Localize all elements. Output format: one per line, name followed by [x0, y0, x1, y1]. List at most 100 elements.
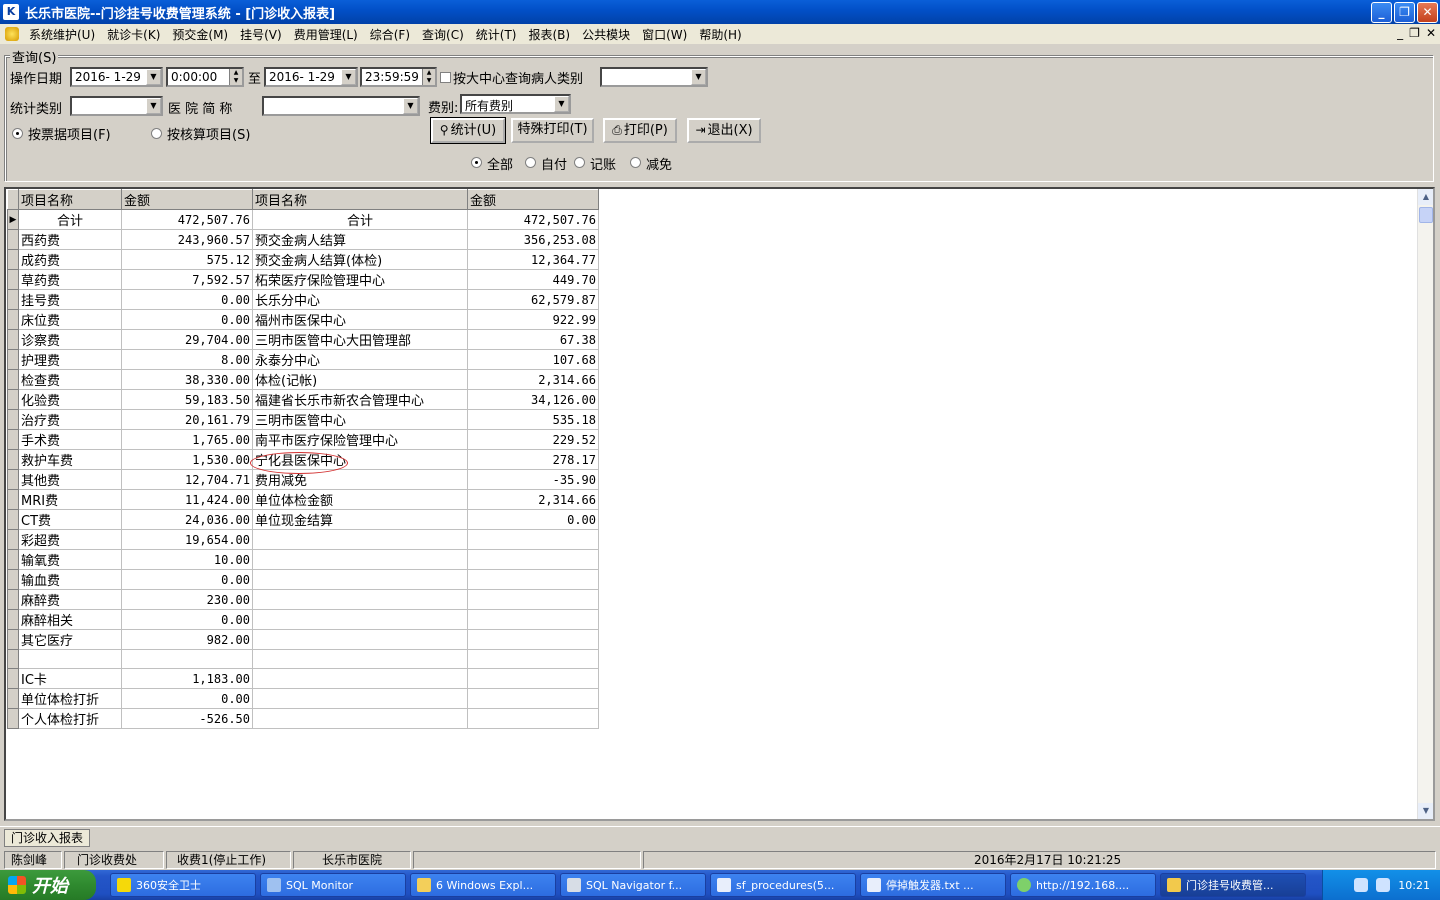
row-indicator[interactable] — [7, 289, 19, 310]
restore-button[interactable]: ❐ — [1394, 2, 1415, 23]
amount-cell[interactable] — [467, 589, 599, 610]
amount-cell[interactable] — [467, 549, 599, 570]
vertical-scrollbar[interactable]: ▲ ▼ — [1417, 189, 1433, 819]
item-name-cell[interactable]: 成药费 — [18, 249, 122, 270]
row-indicator[interactable] — [7, 469, 19, 490]
item-name-cell[interactable]: 预交金病人结算(体检) — [252, 249, 468, 270]
table-row[interactable]: 化验费 59,183.50 福建省长乐市新农合管理中心 34,126.00 — [7, 389, 599, 410]
spinner-icon[interactable]: ▲ ▼ — [229, 69, 242, 85]
row-indicator[interactable] — [7, 429, 19, 450]
table-row[interactable]: 床位费 0.00 福州市医保中心 922.99 — [7, 309, 599, 330]
exit-button[interactable]: ⇥ 退出(X) — [687, 118, 761, 143]
row-indicator[interactable] — [7, 549, 19, 570]
task-sql-navigator[interactable]: SQL Navigator f... — [560, 873, 706, 897]
row-indicator[interactable] — [7, 269, 19, 290]
task-outpatient-system[interactable]: 门诊挂号收费管... — [1160, 873, 1306, 897]
stat-type-select[interactable]: ▼ — [70, 96, 163, 116]
item-name-cell[interactable]: 麻醉费 — [18, 589, 122, 610]
special-print-button[interactable]: 特殊打印(T) — [511, 118, 594, 143]
item-name-cell[interactable]: 南平市医疗保险管理中心 — [252, 429, 468, 450]
chevron-down-icon[interactable]: ▼ — [691, 69, 706, 85]
amount-cell[interactable]: 59,183.50 — [121, 389, 253, 410]
menu-deposit[interactable]: 预交金(M) — [166, 26, 234, 43]
amount-cell[interactable]: 472,507.76 — [467, 209, 599, 230]
row-indicator[interactable] — [7, 409, 19, 430]
amount-cell[interactable]: 20,161.79 — [121, 409, 253, 430]
item-name-cell[interactable] — [252, 668, 468, 689]
amount-cell[interactable]: 67.38 — [467, 329, 599, 350]
menu-reports[interactable]: 报表(B) — [522, 26, 576, 43]
item-name-cell[interactable]: 合计 — [252, 209, 468, 230]
item-name-cell[interactable] — [252, 609, 468, 630]
amount-cell[interactable]: 34,126.00 — [467, 389, 599, 410]
col-header-amount-2[interactable]: 金额 — [467, 189, 599, 210]
close-button[interactable]: ✕ — [1417, 2, 1438, 23]
fee-type-select[interactable]: 所有费别 ▼ — [460, 94, 571, 114]
amount-cell[interactable]: 0.00 — [121, 688, 253, 709]
table-row[interactable]: CT费 24,036.00 单位现金结算 0.00 — [7, 509, 599, 530]
table-row[interactable]: 挂号费 0.00 长乐分中心 62,579.87 — [7, 289, 599, 310]
amount-cell[interactable]: 1,530.00 — [121, 449, 253, 470]
item-name-cell[interactable]: 彩超费 — [18, 529, 122, 550]
amount-cell[interactable]: 1,183.00 — [121, 668, 253, 689]
amount-cell[interactable]: 982.00 — [121, 629, 253, 650]
item-name-cell[interactable] — [252, 688, 468, 709]
amount-cell[interactable]: 29,704.00 — [121, 329, 253, 350]
item-name-cell[interactable]: 福建省长乐市新农合管理中心 — [252, 389, 468, 410]
amount-cell[interactable]: -526.50 — [121, 708, 253, 729]
amount-cell[interactable]: 62,579.87 — [467, 289, 599, 310]
item-name-cell[interactable]: 治疗费 — [18, 409, 122, 430]
task-explorer[interactable]: 6 Windows Expl... — [410, 873, 556, 897]
menu-query[interactable]: 查询(C) — [416, 26, 470, 43]
start-time-field[interactable]: 0:00:00 ▲ ▼ — [166, 67, 244, 87]
amount-cell[interactable]: 535.18 — [467, 409, 599, 430]
item-name-cell[interactable] — [252, 629, 468, 650]
amount-cell[interactable]: 0.00 — [121, 289, 253, 310]
item-name-cell[interactable]: 化验费 — [18, 389, 122, 410]
col-header-item-name-2[interactable]: 项目名称 — [252, 189, 468, 210]
task-360[interactable]: 360安全卫士 — [110, 873, 256, 897]
amount-cell[interactable]: 8.00 — [121, 349, 253, 370]
system-menu-icon[interactable] — [5, 27, 19, 41]
amount-cell[interactable] — [467, 569, 599, 590]
table-row[interactable]: 个人体检打折 -526.50 — [7, 708, 599, 729]
task-trigger-txt[interactable]: 停掉触发器.txt ... — [860, 873, 1006, 897]
amount-cell[interactable]: 575.12 — [121, 249, 253, 270]
menu-window[interactable]: 窗口(W) — [636, 26, 693, 43]
amount-cell[interactable]: 19,654.00 — [121, 529, 253, 550]
mdi-close-button[interactable]: ✕ — [1426, 26, 1436, 40]
menu-statistics[interactable]: 统计(T) — [470, 26, 523, 43]
item-name-cell[interactable]: 手术费 — [18, 429, 122, 450]
row-indicator[interactable] — [7, 649, 19, 669]
table-row[interactable]: 草药费 7,592.57 柘荣医疗保险管理中心 449.70 — [7, 269, 599, 290]
table-row[interactable]: 成药费 575.12 预交金病人结算(体检) 12,364.77 — [7, 249, 599, 270]
amount-cell[interactable] — [467, 649, 599, 669]
mdi-minimize-button[interactable]: _ — [1397, 26, 1403, 40]
start-date-picker[interactable]: 2016- 1-29 ▼ — [70, 67, 163, 87]
hospital-select[interactable]: ▼ — [262, 96, 420, 116]
amount-cell[interactable] — [467, 609, 599, 630]
filter-all-radio[interactable] — [471, 157, 482, 168]
menu-common[interactable]: 公共模块 — [576, 26, 636, 43]
table-row[interactable] — [7, 649, 599, 669]
item-name-cell[interactable] — [252, 708, 468, 729]
table-row[interactable]: MRI费 11,424.00 单位体检金额 2,314.66 — [7, 489, 599, 510]
amount-cell[interactable]: 2,314.66 — [467, 369, 599, 390]
item-name-cell[interactable]: 输氧费 — [18, 549, 122, 570]
chevron-down-icon[interactable]: ▼ — [146, 98, 161, 114]
item-name-cell[interactable] — [252, 549, 468, 570]
col-header-amount[interactable]: 金额 — [121, 189, 253, 210]
amount-cell[interactable]: 922.99 — [467, 309, 599, 330]
item-name-cell[interactable]: 单位体检打折 — [18, 688, 122, 709]
row-indicator[interactable] — [7, 389, 19, 410]
menu-system[interactable]: 系统维护(U) — [23, 26, 101, 43]
item-name-cell[interactable]: 体检(记帐) — [252, 369, 468, 390]
table-row[interactable]: 其它医疗 982.00 — [7, 629, 599, 650]
task-sf-procedures[interactable]: sf_procedures(5... — [710, 873, 856, 897]
spinner-icon[interactable]: ▲ ▼ — [422, 69, 435, 85]
income-report-grid[interactable]: 项目名称 金额 项目名称 金额 ▶ 合计 472,507.76 合计 472,507.7… — [4, 187, 1435, 821]
table-row[interactable]: 护理费 8.00 永泰分中心 107.68 — [7, 349, 599, 370]
menu-card[interactable]: 就诊卡(K) — [101, 26, 166, 43]
row-indicator[interactable] — [7, 589, 19, 610]
table-row[interactable]: ▶ 合计 472,507.76 合计 472,507.76 — [7, 209, 599, 230]
